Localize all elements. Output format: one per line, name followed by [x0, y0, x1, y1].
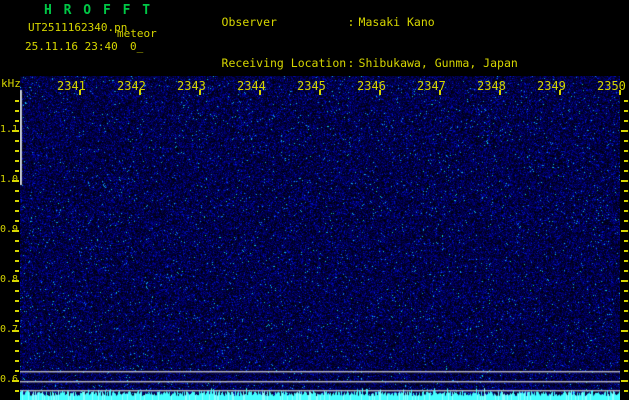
x-axis-label: 2349: [537, 79, 566, 93]
y-axis-tick: [15, 240, 19, 242]
y-axis-tick: [15, 200, 19, 202]
hrofft-window: H R O F F T UT2511162340.pn meteor 25.11…: [0, 0, 629, 400]
y-axis-tick: [15, 320, 19, 322]
y-axis-tick-right: [624, 150, 628, 152]
y-axis-tick: [15, 190, 19, 192]
y-axis-tick-right: [624, 240, 628, 242]
y-axis-tick-right: [624, 340, 628, 342]
x-axis-label: 2347: [417, 79, 446, 93]
filename-overlay-label: meteor: [117, 27, 157, 40]
field-label: Receiving Location: [222, 57, 348, 70]
x-axis-label: 2345: [297, 79, 326, 93]
y-axis-tick: [15, 170, 19, 172]
y-axis-tick-right: [624, 190, 628, 192]
field-label: Observer: [222, 16, 348, 29]
x-axis-tick: [319, 90, 321, 95]
y-axis-tick-right: [624, 370, 628, 372]
y-axis-tick-right: [621, 130, 628, 132]
spectrogram-canvas: [20, 76, 620, 400]
y-axis-tick: [12, 280, 19, 282]
y-axis-tick: [15, 140, 19, 142]
field-colon: :: [348, 57, 359, 70]
x-axis-tick: [559, 90, 561, 95]
field-colon: :: [348, 16, 359, 29]
x-axis-tick: [139, 90, 141, 95]
y-axis-tick: [15, 220, 19, 222]
x-axis-tick: [199, 90, 201, 95]
datetime-label: 25.11.16 23:40: [25, 40, 118, 53]
y-axis-tick-right: [624, 310, 628, 312]
app-title: H R O F F T: [44, 3, 152, 18]
y-axis-tick: [15, 350, 19, 352]
x-axis-label: 2341: [57, 79, 86, 93]
x-axis-tick: [619, 90, 621, 95]
x-axis-tick: [439, 90, 441, 95]
y-axis-tick-right: [624, 140, 628, 142]
y-axis-tick: [15, 250, 19, 252]
y-axis-unit-label: kHz: [1, 77, 21, 90]
x-axis-label: 2342: [117, 79, 146, 93]
y-axis-tick-right: [624, 350, 628, 352]
x-axis-label: 2344: [237, 79, 266, 93]
y-axis-tick-right: [621, 380, 628, 382]
y-axis-tick: [15, 370, 19, 372]
x-axis-label: 2343: [177, 79, 206, 93]
y-axis-tick: [15, 300, 19, 302]
x-axis-tick: [379, 90, 381, 95]
y-axis-tick-right: [624, 100, 628, 102]
y-axis-tick-right: [624, 300, 628, 302]
y-axis-tick-right: [624, 170, 628, 172]
field-value: Shibukawa, Gunma, Japan: [359, 56, 518, 70]
y-axis-tick: [12, 130, 19, 132]
y-axis-tick: [12, 380, 19, 382]
y-axis-tick-right: [624, 270, 628, 272]
y-axis-tick-right: [624, 260, 628, 262]
y-axis-tick: [15, 150, 19, 152]
y-axis-tick: [15, 160, 19, 162]
y-axis-tick-right: [624, 360, 628, 362]
output-filename: UT2511162340.pn: [28, 21, 127, 34]
field-value: Masaki Kano: [359, 15, 435, 29]
x-axis-tick: [79, 90, 81, 95]
y-axis-tick-right: [624, 250, 628, 252]
y-axis-tick: [15, 110, 19, 112]
y-axis-tick: [12, 330, 19, 332]
y-axis-tick-right: [621, 280, 628, 282]
y-axis-tick-right: [621, 230, 628, 232]
y-axis-tick: [15, 290, 19, 292]
y-axis-tick-right: [624, 210, 628, 212]
y-axis-tick-right: [624, 110, 628, 112]
y-axis-tick-right: [624, 200, 628, 202]
y-axis-tick: [15, 120, 19, 122]
y-axis-tick-right: [624, 320, 628, 322]
y-axis-tick: [12, 230, 19, 232]
x-axis-label: 2346: [357, 79, 386, 93]
y-axis-tick: [12, 180, 19, 182]
y-axis-tick: [15, 340, 19, 342]
y-axis-tick-right: [624, 120, 628, 122]
y-axis-tick: [15, 100, 19, 102]
y-axis-tick: [15, 360, 19, 362]
y-axis-tick: [15, 260, 19, 262]
y-axis-tick-right: [624, 290, 628, 292]
y-axis-tick: [15, 310, 19, 312]
x-axis-tick: [499, 90, 501, 95]
y-axis-tick-right: [624, 220, 628, 222]
y-axis-tick-right: [621, 330, 628, 332]
x-axis-label: 2350: [597, 79, 626, 93]
station-info-row: Observer: Masaki Kano: [180, 3, 573, 43]
y-axis-tick: [15, 270, 19, 272]
y-axis-tick: [15, 390, 19, 392]
y-axis-tick-right: [624, 390, 628, 392]
y-axis-tick-right: [624, 160, 628, 162]
y-axis-tick-right: [621, 180, 628, 182]
y-axis-tick: [15, 210, 19, 212]
x-axis-tick: [259, 90, 261, 95]
echo-counter: 0_: [130, 40, 143, 53]
x-axis-label: 2348: [477, 79, 506, 93]
